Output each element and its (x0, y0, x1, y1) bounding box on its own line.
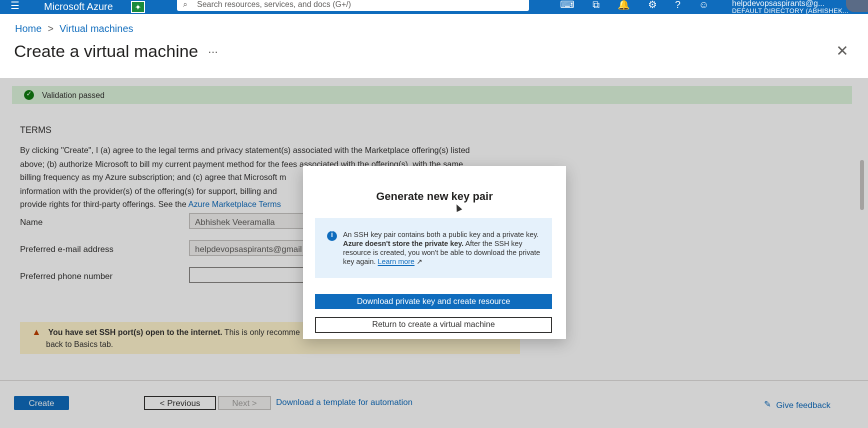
azure-brand[interactable]: Microsoft Azure (44, 2, 113, 13)
info-text-1: An SSH key pair contains both a public k… (343, 230, 539, 239)
directory-filter-icon[interactable]: ⧉ (592, 0, 599, 12)
close-icon[interactable]: ✕ (836, 42, 849, 60)
more-options-button[interactable]: ... (208, 42, 218, 56)
help-icon[interactable]: ? (675, 0, 681, 12)
avatar[interactable] (846, 0, 868, 12)
copilot-icon[interactable]: ✦ (130, 1, 145, 13)
breadcrumb-separator: > (47, 24, 54, 35)
info-text-bold: Azure doesn't store the private key. (343, 239, 464, 248)
return-to-create-button[interactable]: Return to create a virtual machine (315, 317, 552, 333)
learn-more-link[interactable]: Learn more (378, 257, 415, 266)
info-message-box: i An SSH key pair contains both a public… (315, 218, 552, 278)
notifications-icon[interactable]: 🔔 (618, 0, 630, 12)
info-icon: i (327, 231, 337, 241)
top-navigation-bar: ☰ Microsoft Azure ✦ ⌕ Search resources, … (0, 0, 868, 16)
feedback-top-icon[interactable]: ☺ (699, 0, 709, 12)
top-icon-group: ⌨ ⧉ 🔔 ⚙ ? ☺ (560, 0, 709, 12)
account-directory: DEFAULT DIRECTORY (ABHISHEK... (732, 8, 849, 15)
account-email: helpdevopsaspirants@g... (732, 0, 825, 8)
breadcrumb: Home > Virtual machines (15, 24, 133, 35)
search-icon: ⌕ (183, 0, 188, 9)
dialog-title: Generate new key pair (376, 191, 493, 203)
search-placeholder: Search resources, services, and docs (G+… (197, 0, 352, 9)
download-private-key-button[interactable]: Download private key and create resource (315, 294, 552, 309)
page-title: Create a virtual machine (14, 42, 199, 61)
settings-icon[interactable]: ⚙ (648, 0, 657, 12)
hamburger-icon[interactable]: ☰ (0, 0, 30, 14)
cloud-shell-icon[interactable]: ⌨ (560, 0, 574, 12)
account-menu[interactable]: helpdevopsaspirants@g... DEFAULT DIRECTO… (732, 0, 849, 16)
breadcrumb-virtual-machines[interactable]: Virtual machines (60, 24, 134, 35)
external-link-icon: ↗ (416, 257, 423, 266)
breadcrumb-home[interactable]: Home (15, 24, 42, 35)
global-search-input[interactable]: ⌕ Search resources, services, and docs (… (177, 0, 529, 11)
generate-key-pair-dialog: Generate new key pair i An SSH key pair … (303, 166, 566, 339)
